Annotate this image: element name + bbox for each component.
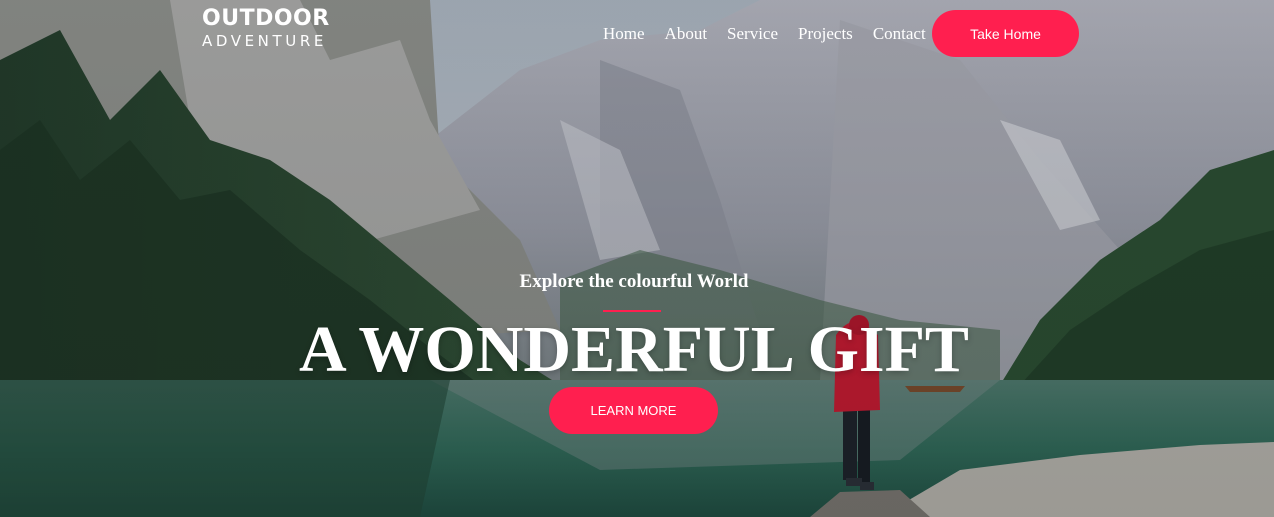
learn-more-button[interactable]: LEARN MORE bbox=[549, 387, 718, 434]
nav-service-link[interactable]: Service bbox=[727, 24, 778, 44]
nav-about-link[interactable]: About bbox=[665, 24, 708, 44]
brand-name: OUTDOOR bbox=[202, 6, 330, 31]
nav-home-link[interactable]: Home bbox=[603, 24, 645, 44]
take-home-button[interactable]: Take Home bbox=[932, 10, 1079, 57]
main-navigation: Home About Service Projects Contact bbox=[603, 24, 926, 44]
brand-tagline: ADVENTURE bbox=[202, 32, 327, 50]
nav-contact-link[interactable]: Contact bbox=[873, 24, 926, 44]
hero-background-image bbox=[0, 0, 1274, 517]
hero-title: A WONDERFUL GIFT bbox=[299, 313, 969, 386]
nav-projects-link[interactable]: Projects bbox=[798, 24, 853, 44]
hero-subtitle: Explore the colourful World bbox=[519, 271, 749, 292]
background-overlay bbox=[0, 0, 1274, 517]
brand-logo[interactable]: OUTDOOR ADVENTURE bbox=[202, 8, 330, 49]
